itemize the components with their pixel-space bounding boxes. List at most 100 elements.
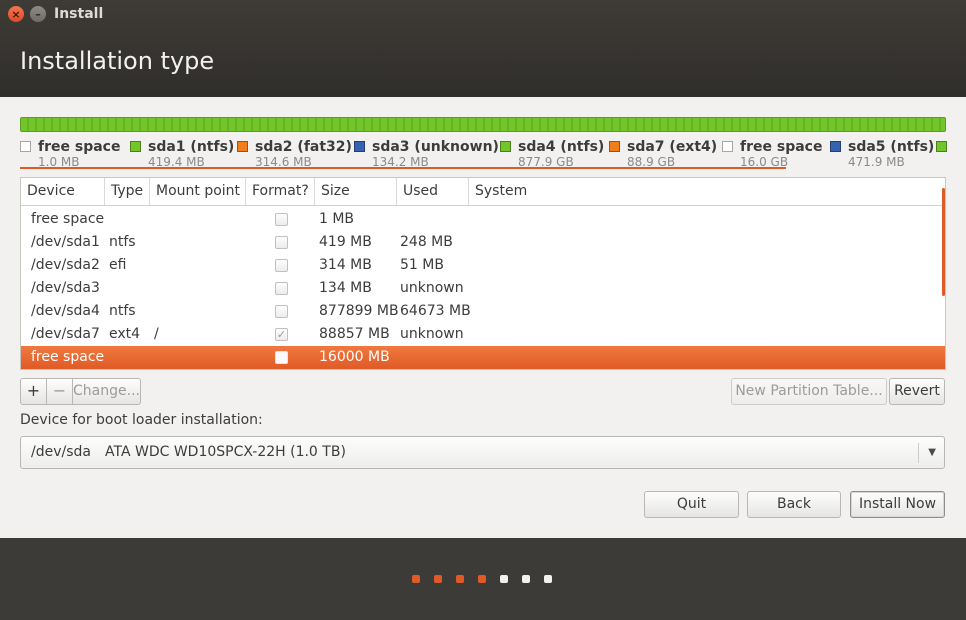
column-type[interactable]: Type [105, 178, 150, 205]
cell-used: 51 MB [400, 257, 444, 273]
legend-name: sda4 (ntfs) [518, 138, 605, 155]
column-format[interactable]: Format? [246, 178, 315, 205]
select-divider [918, 443, 919, 463]
cell-device: free space [31, 349, 105, 365]
progress-dot [522, 575, 530, 583]
chevron-down-icon[interactable]: ▼ [928, 437, 936, 468]
legend-swatch: #f07e1b [237, 141, 248, 152]
partition-legend: #fffffffree space1.0 MB#72c52asda1 (ntfs… [20, 138, 966, 170]
cell-type: ntfs [109, 303, 136, 319]
close-icon[interactable]: × [8, 6, 24, 22]
format-checkbox[interactable] [275, 236, 288, 249]
legend-name: sda5 (ntfs) [848, 138, 935, 155]
legend-name: sda7 (ext4) [627, 138, 718, 155]
cell-size: 877899 MB [319, 303, 399, 319]
partition-table: Device Type Mount point Format? Size Use… [20, 177, 946, 370]
cell-size: 1 MB [319, 211, 355, 227]
legend-item: #f07e1bsda2 (fat32)314.6 MB [237, 138, 352, 169]
bootloader-device: /dev/sda [31, 444, 91, 460]
quit-button[interactable]: Quit [644, 491, 739, 518]
window-controls: × – [8, 6, 46, 22]
legend-swatch: #3563b0 [354, 141, 365, 152]
table-scrollbar[interactable] [942, 188, 945, 296]
legend-item: #fffffffree space1.0 MB [20, 138, 120, 169]
cell-size: 88857 MB [319, 326, 390, 342]
progress-dot [412, 575, 420, 583]
header: × – Install Installation type [0, 0, 966, 97]
bootloader-device-select[interactable]: /dev/sda ATA WDC WD10SPCX-22H (1.0 TB) ▼ [20, 436, 945, 469]
legend-item: #f07e1bsda7 (ext4)88.9 GB [609, 138, 717, 169]
legend-item: #72c52asda1 (ntfs)419.4 MB [130, 138, 234, 169]
add-partition-button[interactable]: + [20, 378, 47, 405]
legend-swatch: #f07e1b [609, 141, 620, 152]
remove-partition-button[interactable]: − [47, 378, 73, 405]
cell-device: /dev/sda4 [31, 303, 100, 319]
cell-device: /dev/sda3 [31, 280, 100, 296]
back-button[interactable]: Back [747, 491, 841, 518]
table-row[interactable]: free space 1 MB [21, 208, 945, 231]
cell-used: 248 MB [400, 234, 453, 250]
table-row[interactable]: /dev/sda1 ntfs 419 MB 248 MB [21, 231, 945, 254]
legend-item: #3563b0 sda5 (ntfs)471.9 MB [830, 138, 934, 169]
legend-item: #3563b0sda3 (unknown)134.2 MB [354, 138, 499, 169]
cell-mount-point: / [154, 326, 159, 342]
format-checkbox[interactable] [275, 305, 288, 318]
table-row[interactable]: free space 16000 MB [21, 346, 945, 369]
progress-dot [456, 575, 464, 583]
progress-dot [478, 575, 486, 583]
minimize-icon[interactable]: – [30, 6, 46, 22]
legend-name: sda2 (fat32) [255, 138, 352, 155]
cell-used: unknown [400, 280, 464, 296]
legend-swatch: #ffffff [20, 141, 31, 152]
table-body: free space 1 MB/dev/sda1 ntfs 419 MB 248 MB /… [21, 208, 945, 369]
column-system[interactable]: System [469, 178, 945, 205]
legend-size: 471.9 MB [848, 155, 905, 169]
progress-dot [500, 575, 508, 583]
progress-dot [544, 575, 552, 583]
new-partition-table-button[interactable]: New Partition Table... [731, 378, 887, 405]
cell-type: efi [109, 257, 127, 273]
legend-swatch: #72c52a [500, 141, 511, 152]
cell-type: ntfs [109, 234, 136, 250]
page-title: Installation type [20, 47, 215, 75]
column-device[interactable]: Device [21, 178, 105, 205]
change-partition-button[interactable]: Change... [73, 378, 141, 405]
cell-used: 64673 MB [400, 303, 471, 319]
cell-device: /dev/sda2 [31, 257, 100, 273]
partition-edit-group: + − Change... [20, 378, 141, 405]
column-mount-point[interactable]: Mount point [150, 178, 246, 205]
format-checkbox[interactable] [275, 213, 288, 226]
format-checkbox[interactable] [275, 282, 288, 295]
format-checkbox[interactable] [275, 259, 288, 272]
install-now-button[interactable]: Install Now [850, 491, 945, 518]
table-row[interactable]: /dev/sda3 134 MB unknown [21, 277, 945, 300]
legend-item: #fffffffree space16.0 GB [722, 138, 822, 169]
cell-size: 314 MB [319, 257, 372, 273]
cell-size: 134 MB [319, 280, 372, 296]
progress-dots [412, 575, 552, 583]
progress-dot [434, 575, 442, 583]
column-size[interactable]: Size [315, 178, 397, 205]
legend-name: free space [38, 138, 121, 155]
legend-swatch: #72c52a [130, 141, 141, 152]
cell-device: /dev/sda7 [31, 326, 100, 342]
table-row[interactable]: /dev/sda2 efi 314 MB 51 MB [21, 254, 945, 277]
cell-used: unknown [400, 326, 464, 342]
table-row[interactable]: /dev/sda4 ntfs 877899 MB 64673 MB [21, 300, 945, 323]
partition-bar [20, 117, 946, 132]
legend-scroll-indicator [20, 167, 786, 169]
column-used[interactable]: Used [397, 178, 469, 205]
bootloader-label: Device for boot loader installation: [20, 412, 263, 428]
revert-button[interactable]: Revert [889, 378, 945, 405]
cell-device: free space [31, 211, 105, 227]
bootloader-model: ATA WDC WD10SPCX-22H (1.0 TB) [105, 444, 346, 460]
cell-size: 16000 MB [319, 349, 390, 365]
table-row[interactable]: /dev/sda7 ext4 / ✓ 88857 MB unknown [21, 323, 945, 346]
cell-type: ext4 [109, 326, 141, 342]
legend-item: #72c52asda4 (ntfs)877.9 GB [500, 138, 604, 169]
legend-overflow-swatch [936, 138, 954, 156]
window-title: Install [54, 6, 104, 22]
format-checkbox[interactable] [275, 351, 288, 364]
legend-name: sda3 (unknown) [372, 138, 499, 155]
format-checkbox[interactable]: ✓ [275, 328, 288, 341]
